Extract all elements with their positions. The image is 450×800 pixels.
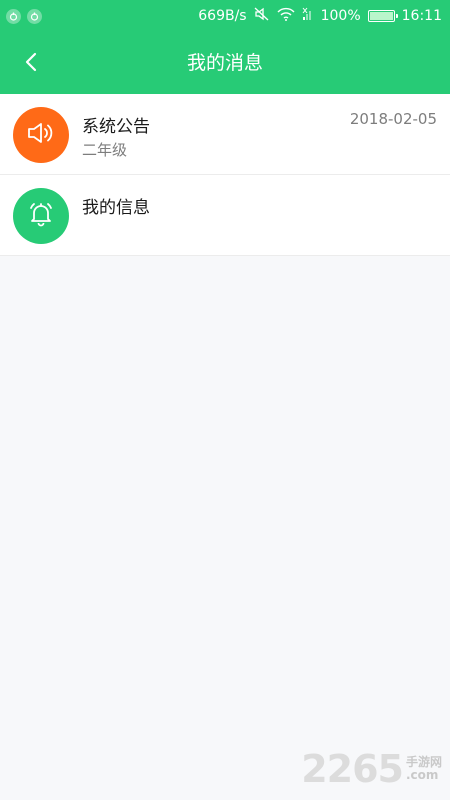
network-speed: 669B/s (198, 8, 247, 24)
status-bar-right: 669B/s 100% 16:11 (198, 7, 442, 25)
no-signal-icon (302, 7, 314, 25)
message-title: 我的信息 (82, 198, 150, 218)
wifi-icon (277, 7, 295, 25)
app-bar: 我的消息 (0, 32, 450, 94)
watermark-site-en: .com (405, 768, 439, 782)
clock: 16:11 (401, 8, 442, 24)
battery-percent: 100% (320, 8, 361, 24)
page-title: 我的消息 (186, 52, 263, 74)
app-icon (27, 8, 42, 24)
message-date: 2018-02-05 (349, 110, 437, 128)
battery-icon (367, 10, 398, 22)
message-item-system-announcement[interactable]: 系统公告 二年级 2018-02-05 (0, 94, 450, 175)
watermark-number: 2265 (301, 747, 404, 791)
message-subtitle: 二年级 (82, 141, 128, 159)
back-button[interactable] (14, 47, 48, 81)
app-icon (6, 8, 21, 24)
status-bar: 669B/s 100% 16:11 (0, 0, 450, 32)
speaker-icon (26, 120, 56, 150)
bell-icon (26, 199, 56, 233)
bell-icon-badge (13, 188, 69, 244)
status-bar-left (6, 8, 42, 24)
mute-icon (254, 7, 270, 25)
chevron-left-icon (24, 52, 38, 76)
message-item-my-info[interactable]: 我的信息 (0, 175, 450, 256)
speaker-icon-badge (13, 107, 69, 163)
watermark-logo: 2265 手游网 .com (301, 750, 442, 788)
message-title: 系统公告 (82, 117, 150, 137)
message-list: 系统公告 二年级 2018-02-05 我的信息 (0, 94, 450, 256)
watermark-site: 手游网 .com (406, 756, 442, 781)
